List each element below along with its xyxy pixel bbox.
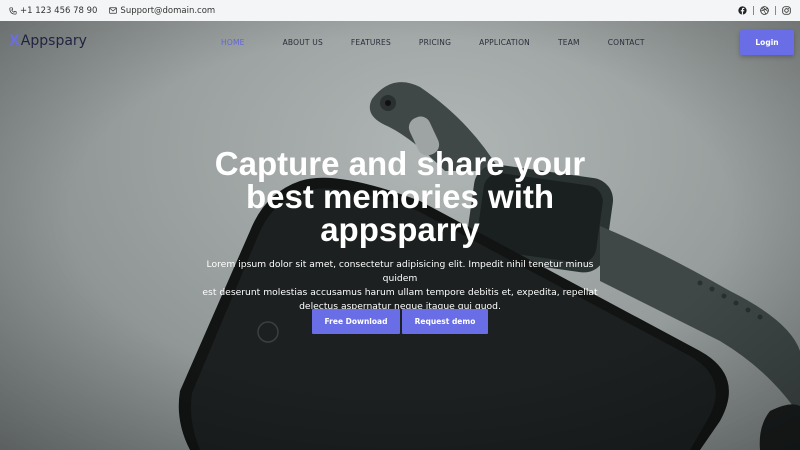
hero-headline-line: Capture and share your — [214, 145, 586, 182]
nav-item-home[interactable]: HOME — [221, 38, 245, 47]
phone-number: +1 123 456 78 90 — [20, 5, 98, 16]
dribbble-icon[interactable] — [760, 6, 769, 15]
mail-icon — [109, 7, 118, 14]
email-contact[interactable]: Support@domain.com — [109, 6, 215, 16]
hero-description: Lorem ipsum dolor sit amet, consectetur … — [200, 258, 600, 314]
top-bar: +1 123 456 78 90 Support@domain.com | | — [0, 0, 800, 21]
free-download-button[interactable]: Free Download — [312, 309, 400, 334]
social-separator: | — [751, 5, 755, 16]
social-separator: | — [773, 5, 777, 16]
nav-item-contact[interactable]: CONTACT — [608, 38, 645, 47]
nav-menu: HOME ABOUT US FEATURES PRICING APPLICATI… — [221, 38, 645, 47]
social-links: | | — [738, 6, 791, 16]
hero-headline-line: appsparry — [320, 211, 480, 248]
nav-item-pricing[interactable]: PRICING — [419, 38, 451, 47]
instagram-icon[interactable] — [782, 6, 791, 15]
hero-description-line: Lorem ipsum dolor sit amet, consectetur … — [206, 259, 594, 284]
hero-headline: Capture and share your best memories wit… — [150, 147, 650, 246]
contact-info: +1 123 456 78 90 Support@domain.com — [9, 6, 215, 16]
hero-description-line: est deserunt molestias accusamus harum u… — [202, 287, 598, 298]
brand-logo[interactable]: X Appspary — [9, 33, 87, 49]
nav-item-team[interactable]: TEAM — [558, 38, 580, 47]
brand-name: Appspary — [20, 33, 87, 49]
main-navigation: X Appspary HOME ABOUT US FEATURES PRICIN… — [0, 21, 800, 65]
phone-icon — [9, 6, 17, 15]
email-address: Support@domain.com — [120, 5, 216, 16]
nav-item-about-us[interactable]: ABOUT US — [283, 38, 323, 47]
phone-contact[interactable]: +1 123 456 78 90 — [9, 6, 97, 16]
logo-mark-icon: X — [9, 33, 20, 49]
nav-item-application[interactable]: APPLICATION — [479, 38, 530, 47]
nav-item-features[interactable]: FEATURES — [351, 38, 391, 47]
request-demo-button[interactable]: Request demo — [402, 309, 488, 334]
facebook-icon[interactable] — [738, 6, 747, 15]
hero-headline-line: best memories with — [245, 178, 555, 215]
